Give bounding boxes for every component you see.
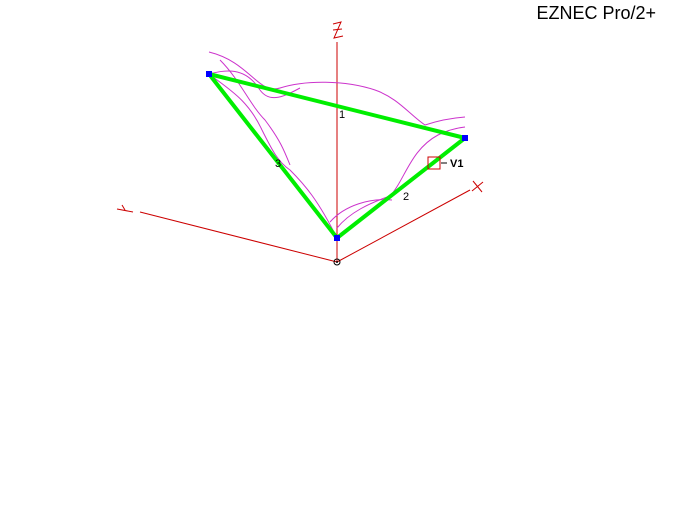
antenna-view-canvas[interactable]: 1 2 3 V1 <box>0 0 676 528</box>
wire-3 <box>207 72 339 240</box>
y-axis-label <box>116 204 134 213</box>
endpoint-right <box>462 135 468 141</box>
wire-label-1: 1 <box>339 109 345 121</box>
endpoint-bottom <box>334 235 340 241</box>
x-axis-label <box>471 180 484 193</box>
endpoint-top-left <box>206 71 212 77</box>
wire-label-2: 2 <box>403 191 409 203</box>
axes <box>116 21 484 266</box>
wire-label-3: 3 <box>275 158 281 170</box>
source-label: V1 <box>450 158 463 170</box>
z-axis-label <box>332 21 344 39</box>
current-curve-wire-3b <box>219 59 291 166</box>
wire-2 <box>335 136 467 240</box>
current-curve-wire-2 <box>336 126 466 229</box>
y-axis <box>139 211 338 263</box>
antenna-view-window: EZNEC Pro/2+ 1 2 3 V1 <box>0 0 676 528</box>
